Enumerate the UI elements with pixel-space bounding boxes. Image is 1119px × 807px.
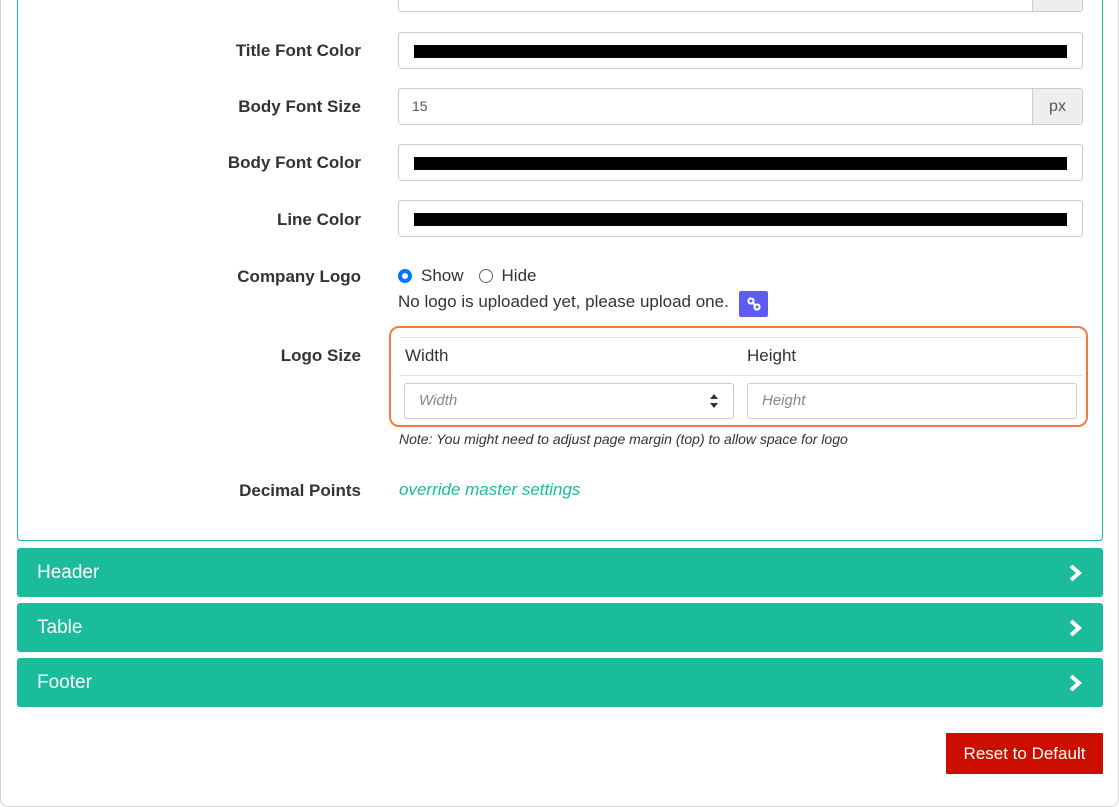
logo-size-note: Note: You might need to adjust page marg… [399,431,848,447]
body-font-color-input[interactable] [398,144,1083,181]
logo-width-header: Width [405,346,449,365]
logo-size-table-top-border [399,337,1082,338]
body-font-color-label: Body Font Color [227,153,361,172]
spinner-icon[interactable] [709,393,719,409]
logo-size-table-header-border [399,375,1082,376]
section-header[interactable]: Header [17,548,1103,597]
title-font-size-unit [1032,0,1082,11]
override-master-settings-link[interactable]: override master settings [399,480,580,500]
logo-show-radio[interactable] [398,269,412,283]
title-font-color-label: Title Font Color [235,41,361,60]
section-table-label: Table [37,617,83,638]
logo-visibility-radios: Show Hide [398,266,552,286]
body-font-size-value: 15 [412,98,428,114]
title-font-color-swatch [414,45,1067,58]
title-font-size-input[interactable] [398,0,1083,12]
link-icon [747,297,760,311]
logo-hide-radio[interactable] [478,269,493,283]
logo-height-placeholder: Height [762,392,806,409]
line-color-label: Line Color [276,210,361,229]
section-table[interactable]: Table [17,603,1103,652]
decimal-points-label: Decimal Points [239,481,361,500]
line-color-input[interactable] [398,200,1083,237]
logo-show-label[interactable]: Show [421,266,464,286]
chevron-right-icon [1069,619,1083,637]
logo-height-header: Height [747,346,797,365]
chevron-right-icon [1069,674,1083,692]
line-color-swatch [414,213,1067,226]
logo-size-label: Logo Size [280,346,361,365]
body-font-color-swatch [414,157,1067,170]
company-logo-label: Company Logo [237,267,361,286]
logo-height-input[interactable]: Height [747,383,1077,419]
logo-width-placeholder: Width [419,392,458,409]
logo-hide-label[interactable]: Hide [502,266,537,286]
section-header-label: Header [37,562,100,583]
logo-width-input[interactable]: Width [404,383,734,419]
upload-logo-link-button[interactable] [739,291,768,317]
chevron-right-icon [1069,564,1083,582]
no-logo-message: No logo is uploaded yet, please upload o… [398,292,729,311]
title-font-size-value [399,0,1032,11]
title-font-color-input[interactable] [398,32,1083,69]
body-font-size-input[interactable]: 15 px [398,88,1083,125]
section-footer-label: Footer [37,672,92,693]
reset-to-default-button[interactable]: Reset to Default [946,733,1103,774]
body-font-size-unit: px [1032,89,1082,124]
section-footer[interactable]: Footer [17,658,1103,707]
general-settings-panel [17,0,1103,541]
body-font-size-label: Body Font Size [238,97,361,116]
